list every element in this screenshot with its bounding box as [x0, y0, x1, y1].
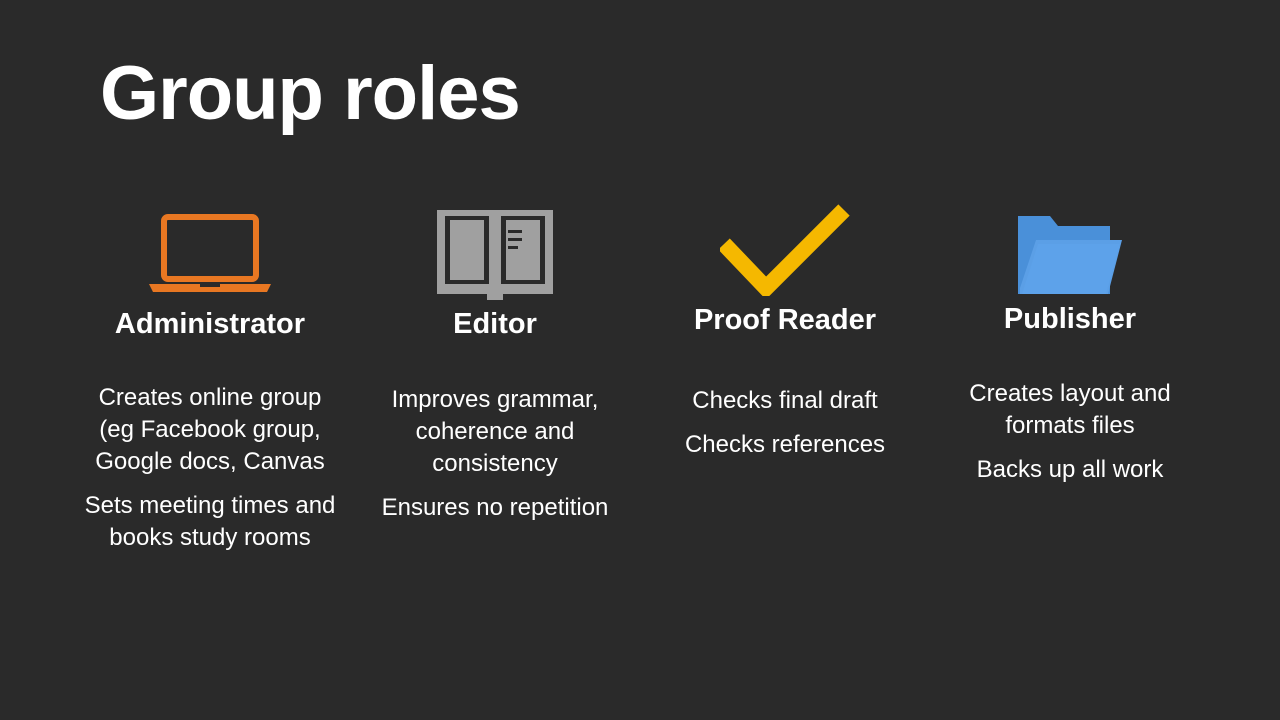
role-description: Improves grammar, coherence and consiste… [365, 384, 625, 536]
role-description-line: Backs up all work [976, 456, 1164, 483]
role-description: Creates online group (eg Facebook group,… [80, 382, 340, 566]
role-description: Checks final draft Checks references [650, 385, 920, 473]
role-description-line: Improves grammar, coherence and consiste… [391, 386, 599, 477]
checkmark-icon [718, 204, 850, 301]
role-description-line: Creates layout and formats files [969, 380, 1171, 439]
role-name: Administrator [114, 308, 306, 340]
role-description-line: Checks final draft [692, 387, 878, 414]
role-name: Proof Reader [693, 304, 877, 336]
role-description-line: Creates online group (eg Facebook group,… [95, 384, 325, 475]
role-proof-reader: Proof Reader Checks final draft Checks r… [650, 0, 920, 720]
book-icon [435, 208, 555, 307]
role-description-line: Ensures no repetition [381, 494, 609, 521]
folder-icon [1016, 214, 1124, 301]
role-administrator: Administrator Creates online group (eg F… [80, 0, 340, 720]
laptop-icon [147, 214, 273, 301]
role-name: Editor [453, 308, 537, 340]
role-editor: Editor Improves grammar, coherence and c… [365, 0, 625, 720]
role-description-line: Checks references [684, 431, 886, 458]
role-description-line: Sets meeting times and books study rooms [84, 492, 336, 551]
slide: Group roles Administrator Creates online… [0, 0, 1280, 720]
role-name: Publisher [1003, 303, 1137, 335]
role-publisher: Publisher Creates layout and formats fil… [940, 0, 1200, 720]
role-description: Creates layout and formats files Backs u… [940, 378, 1200, 498]
